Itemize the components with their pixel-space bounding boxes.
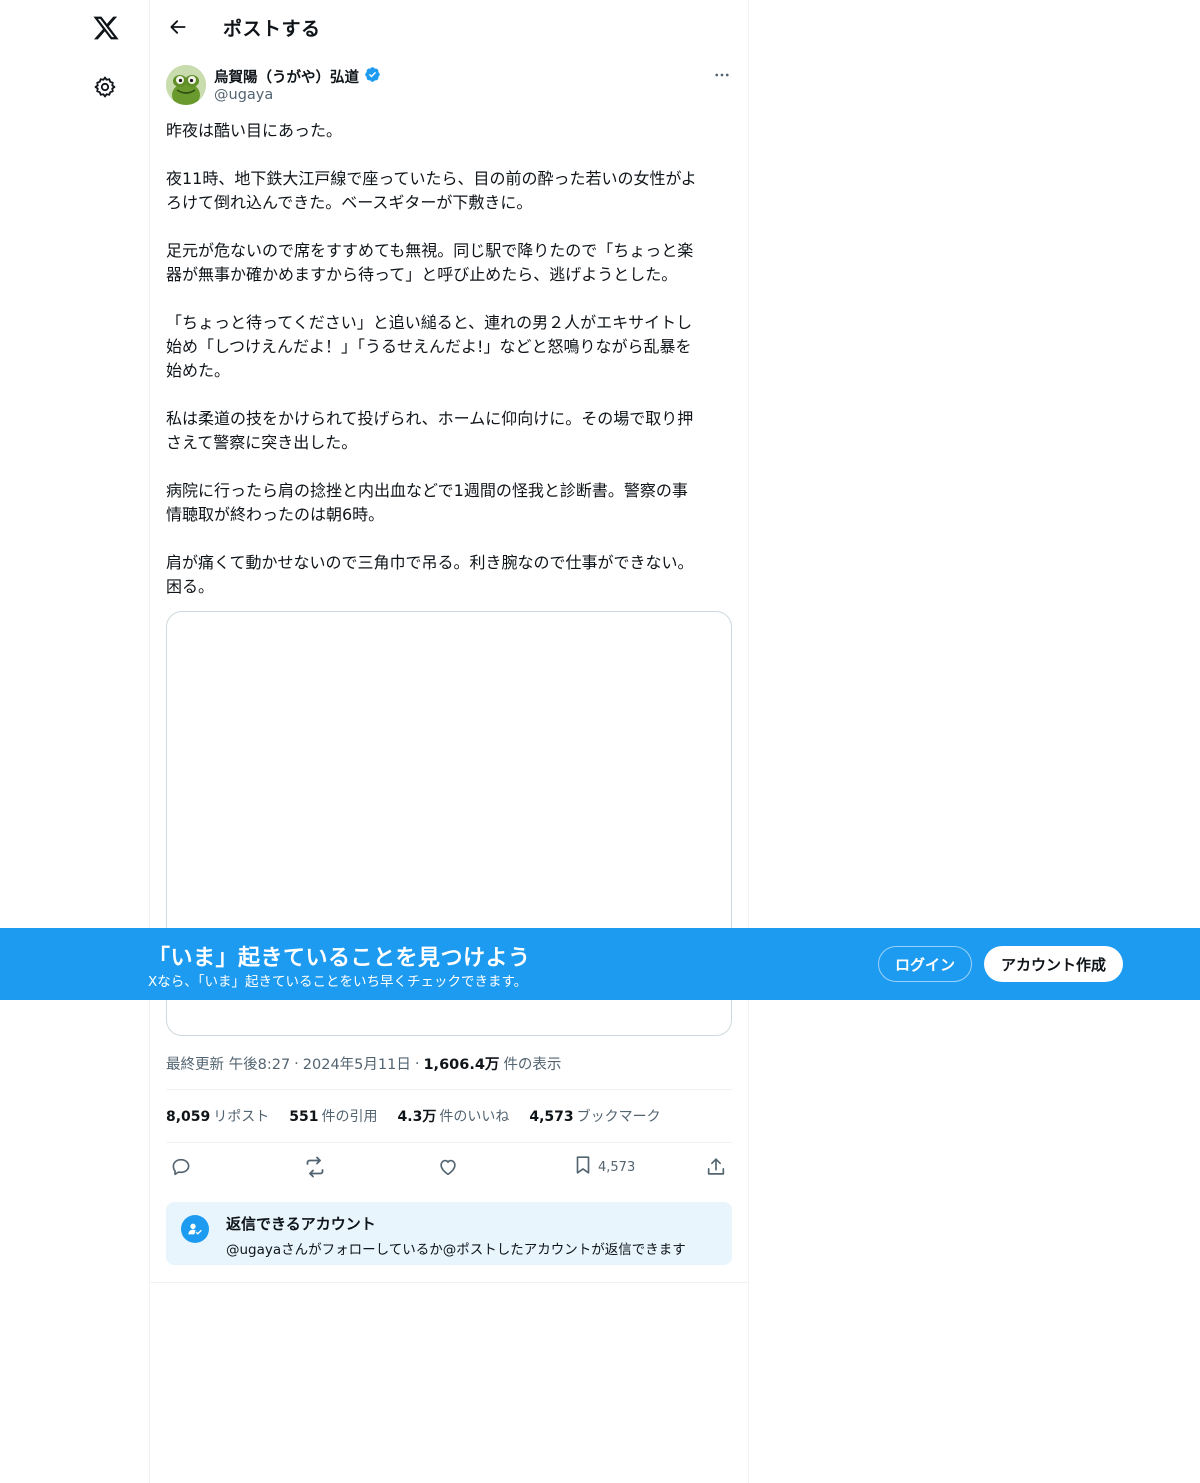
post-timestamp-row: 最終更新 午後8:27 · 2024年5月11日 · 1,606.4万 件の表示 bbox=[166, 1053, 561, 1074]
post-body: 昨夜は酷い目にあった。 夜11時、地下鉄大江戸線で座っていたら、目の前の酔った若… bbox=[166, 119, 734, 623]
main-column: ポストする 烏賀陽（うがや）弘道 @ugaya 昨夜は酷い目にあった。 夜11時… bbox=[149, 0, 749, 1483]
separator-dot: · bbox=[414, 1055, 420, 1072]
post-paragraph: 私は柔道の技をかけられて投げられ、ホームに仰向けに。その場で取り押 さえて警察に… bbox=[166, 409, 694, 452]
share-icon[interactable] bbox=[705, 1153, 727, 1181]
post-paragraph: 病院に行ったら肩の捻挫と内出血などで1週間の怪我と診断書。警察の事 情聴取が終わ… bbox=[166, 481, 688, 524]
stat-reposts[interactable]: 8,059 リポスト bbox=[166, 1106, 269, 1126]
page-title: ポストする bbox=[223, 18, 321, 40]
bookmark-count: 4,573 bbox=[598, 1159, 636, 1175]
author-name[interactable]: 烏賀陽（うがや）弘道 bbox=[214, 66, 381, 87]
more-options-icon[interactable] bbox=[710, 65, 734, 85]
divider bbox=[166, 1089, 732, 1090]
reply-restriction-subtitle: @ugayaさんがフォローしているか@ポストしたアカウントが返信できます bbox=[226, 1242, 686, 1258]
stat-bookmarks[interactable]: 4,573 ブックマーク bbox=[529, 1106, 660, 1126]
repost-icon[interactable] bbox=[303, 1153, 327, 1181]
post-date[interactable]: 2024年5月11日 bbox=[303, 1053, 411, 1074]
login-button[interactable]: ログイン bbox=[878, 946, 972, 982]
divider bbox=[150, 1282, 748, 1283]
view-count: 1,606.4万 bbox=[423, 1057, 500, 1073]
post-stats: 8,059 リポスト 551 件の引用 4.3万 件のいいね 4,573 ブックマーク bbox=[166, 1106, 661, 1126]
post-paragraph: 夜11時、地下鉄大江戸線で座っていたら、目の前の酔った若いの女性がよ ろけて倒れ… bbox=[166, 169, 697, 212]
reply-restriction-title: 返信できるアカウント bbox=[226, 1215, 376, 1233]
divider bbox=[166, 1142, 732, 1143]
author-name-text: 烏賀陽（うがや）弘道 bbox=[214, 70, 359, 86]
reply-icon[interactable] bbox=[170, 1153, 192, 1181]
view-label: 件の表示 bbox=[503, 1057, 562, 1073]
reply-restriction-notice: 返信できるアカウント @ugayaさんがフォローしているか@ポストしたアカウント… bbox=[166, 1202, 732, 1265]
left-nav bbox=[0, 0, 150, 1483]
separator-dot: · bbox=[294, 1055, 299, 1072]
gear-icon[interactable] bbox=[90, 72, 120, 102]
post-paragraph: 昨夜は酷い目にあった。 bbox=[166, 121, 343, 140]
avatar[interactable] bbox=[166, 65, 206, 105]
user-check-icon bbox=[181, 1215, 209, 1243]
verified-badge-icon bbox=[364, 66, 381, 87]
banner-title: 「いま」起きていることを見つけよう bbox=[148, 946, 531, 971]
bookmark-icon bbox=[572, 1154, 594, 1180]
post-actions: 4,573 bbox=[166, 1153, 732, 1181]
stat-quotes[interactable]: 551 件の引用 bbox=[289, 1106, 377, 1126]
post-paragraph: 肩が痛くて動かせないので三角巾で吊る。利き腕なので仕事ができない。 困る。 bbox=[166, 553, 694, 596]
post-paragraph: 「ちょっと待ってください」と追い縋ると、連れの男２人がエキサイトし 始め「しつけ… bbox=[166, 313, 693, 380]
back-arrow-icon[interactable] bbox=[164, 13, 192, 41]
x-logo-icon[interactable] bbox=[88, 10, 124, 46]
author-handle[interactable]: @ugaya bbox=[214, 87, 273, 103]
like-heart-icon[interactable] bbox=[437, 1153, 459, 1181]
post-author: 烏賀陽（うがや）弘道 @ugaya bbox=[166, 65, 734, 107]
create-account-button[interactable]: アカウント作成 bbox=[984, 946, 1123, 982]
banner-subtitle: Xなら、「いま」起きていることをいち早くチェックできます。 bbox=[148, 974, 528, 990]
post-paragraph: 足元が危ないので席をすすめても無視。同じ駅で降りたので「ちょっと楽 器が無事か確… bbox=[166, 241, 694, 284]
post-time[interactable]: 最終更新 午後8:27 bbox=[166, 1053, 290, 1074]
page-header: ポストする bbox=[150, 0, 748, 54]
bookmark-button[interactable]: 4,573 bbox=[572, 1153, 635, 1181]
signup-banner: 「いま」起きていることを見つけよう Xなら、「いま」起きていることをいち早くチェ… bbox=[0, 928, 1200, 1000]
stat-likes[interactable]: 4.3万 件のいいね bbox=[398, 1106, 510, 1126]
